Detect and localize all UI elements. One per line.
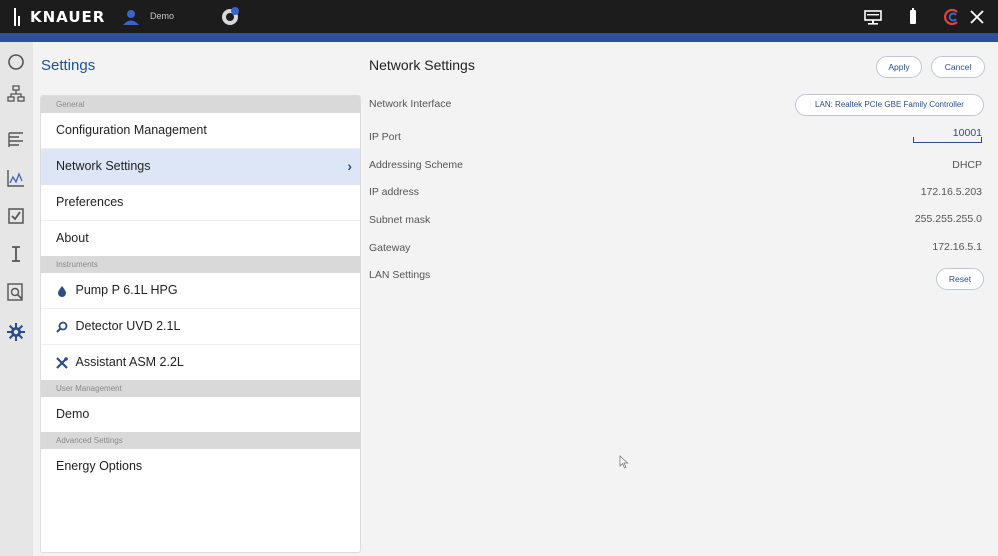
apply-button[interactable]: Apply <box>876 56 922 78</box>
magnifier-icon <box>56 321 68 333</box>
ip-address-label: IP address <box>369 186 420 198</box>
menu-item-label: Assistant ASM 2.2L <box>75 355 184 370</box>
menu-item-label: Detector UVD 2.1L <box>75 319 181 334</box>
current-user[interactable]: Demo <box>150 11 174 21</box>
brand-name: KNAUER <box>30 8 106 26</box>
menu-item-label: Network Settings <box>56 159 151 174</box>
home-icon[interactable] <box>4 50 28 74</box>
menu-item-demo[interactable]: Demo <box>41 397 360 432</box>
column-icon[interactable] <box>4 242 28 266</box>
menu-item-label: Pump P 6.1L HPG <box>75 283 178 298</box>
system-overview-icon[interactable] <box>4 82 28 106</box>
menu-item-detector[interactable]: Detector UVD 2.1L <box>41 309 360 345</box>
menu-item-network-settings[interactable]: Network Settings › <box>41 149 360 185</box>
navigation-rail <box>0 42 33 556</box>
notification-icon[interactable] <box>221 6 239 26</box>
reset-button[interactable]: Reset <box>936 268 984 290</box>
title-bar: KNAUER Demo <box>0 0 998 33</box>
user-icon[interactable] <box>122 8 140 26</box>
page-title: Network Settings <box>369 57 475 73</box>
menu-item-configuration-management[interactable]: Configuration Management <box>41 113 360 149</box>
drop-icon <box>58 285 66 297</box>
section-header-general: General <box>41 96 360 113</box>
menu-item-pump[interactable]: Pump P 6.1L HPG <box>41 273 360 309</box>
knauer-status-icon[interactable] <box>944 8 960 26</box>
lan-settings-label: LAN Settings <box>369 269 431 281</box>
chevron-right-icon: › <box>347 158 352 174</box>
knauer-logo: KNAUER <box>12 6 105 28</box>
addressing-scheme-label: Addressing Scheme <box>369 159 463 171</box>
gateway-value: 172.16.5.1 <box>932 241 982 253</box>
menu-item-about[interactable]: About <box>41 221 360 256</box>
data-search-icon[interactable] <box>4 280 28 304</box>
input-edge-left <box>913 137 914 143</box>
menu-item-preferences[interactable]: Preferences <box>41 185 360 221</box>
menu-item-assistant[interactable]: Assistant ASM 2.2L <box>41 345 360 380</box>
checklist-icon[interactable] <box>4 204 28 228</box>
method-list-icon[interactable] <box>4 128 28 152</box>
tools-icon <box>56 356 68 369</box>
battery-icon <box>910 8 916 24</box>
menu-item-label: Preferences <box>56 195 124 210</box>
menu-item-energy-options[interactable]: Energy Options <box>41 449 360 484</box>
network-interface-select[interactable]: LAN: Realtek PCIe GBE Family Controller <box>795 94 984 116</box>
ip-port-label: IP Port <box>369 131 401 143</box>
settings-gear-icon[interactable] <box>4 320 28 344</box>
menu-item-label: Demo <box>56 407 90 422</box>
section-header-advanced-settings: Advanced Settings <box>41 432 360 449</box>
chromatogram-icon[interactable] <box>4 166 28 190</box>
subnet-mask-value: 255.255.255.0 <box>914 213 982 225</box>
cancel-button[interactable]: Cancel <box>931 56 985 78</box>
menu-item-label: Configuration Management <box>56 123 207 138</box>
logo-mark-icon <box>12 8 26 26</box>
subnet-mask-label: Subnet mask <box>369 214 431 226</box>
menu-item-label: About <box>56 231 89 246</box>
ip-port-input[interactable] <box>914 124 982 143</box>
network-status-icon[interactable] <box>864 8 882 26</box>
menu-item-label: Energy Options <box>56 459 143 474</box>
network-interface-label: Network Interface <box>369 98 452 110</box>
close-icon[interactable] <box>969 8 985 26</box>
title-bar-accent <box>0 33 998 42</box>
settings-title: Settings <box>41 57 96 74</box>
input-edge-right <box>981 137 982 143</box>
gateway-label: Gateway <box>369 242 411 254</box>
section-header-instruments: Instruments <box>41 256 360 273</box>
mouse-pointer-icon <box>619 455 629 469</box>
settings-menu: General Configuration Management Network… <box>40 95 361 553</box>
addressing-scheme-value: DHCP <box>952 159 982 171</box>
ip-address-value: 172.16.5.203 <box>920 186 982 198</box>
section-header-user-management: User Management <box>41 380 360 397</box>
